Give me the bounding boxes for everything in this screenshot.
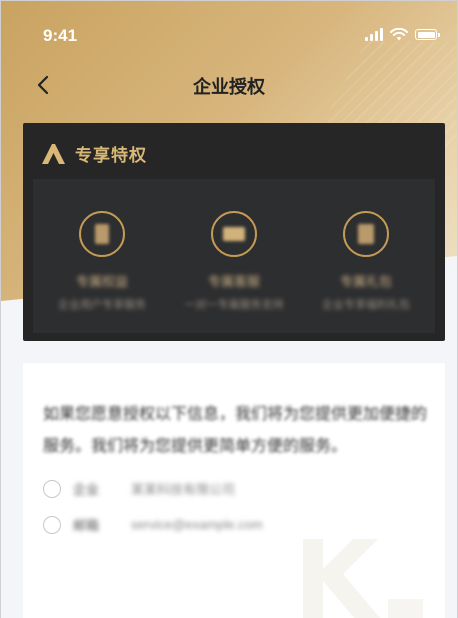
privileges-list: 专属权益 企业用户专享服务 专属客服 一对一专属服务支持 专属礼包 企业专享福利…	[33, 179, 435, 333]
authorization-intro: 如果您愿意授权以下信息，我们将为您提供更加便捷的服务。我们将为您提供更简单方便的…	[43, 406, 428, 455]
privileges-card: 专享特权 专属权益 企业用户专享服务 专属客服 一对一专属服务支持 专属礼包 企…	[23, 123, 445, 341]
enterprise-authorization-screen: 9:41 企业授权 专享特权 专属权益 企业用户专享服务 专属客服 一对一专属服…	[0, 0, 458, 618]
privilege-item: 专属客服 一对一专属服务支持	[167, 211, 301, 312]
privilege-icon	[79, 211, 125, 257]
privilege-icon	[343, 211, 389, 257]
radio-button[interactable]	[43, 515, 61, 534]
crown-logo-icon	[42, 143, 65, 164]
privilege-item: 专属礼包 企业专享福利礼包	[299, 211, 433, 312]
radio-button[interactable]	[43, 479, 61, 498]
privilege-label: 专属客服	[207, 274, 260, 289]
signal-icon	[365, 28, 383, 41]
option-value: service@example.com	[131, 517, 263, 532]
status-time: 9:41	[43, 26, 78, 45]
authorization-option-email[interactable]: 邮箱 service@example.com	[43, 515, 263, 534]
privilege-item: 专属权益 企业用户专享服务	[35, 211, 169, 312]
wifi-icon	[390, 28, 408, 41]
option-value: 某某科技有限公司	[131, 482, 236, 497]
page-title: 企业授权	[193, 77, 265, 97]
battery-icon	[415, 29, 440, 40]
option-label: 企业	[73, 482, 100, 497]
privilege-icon	[211, 211, 257, 257]
privilege-label: 专属礼包	[339, 274, 392, 289]
nav-bar: 企业授权	[1, 61, 457, 109]
privilege-description: 企业专享福利礼包	[322, 299, 410, 311]
authorization-option-company[interactable]: 企业 某某科技有限公司	[43, 479, 235, 498]
privileges-title: 专享特权	[75, 146, 147, 165]
privilege-label: 专属权益	[75, 274, 128, 289]
privilege-description: 企业用户专享服务	[58, 299, 146, 311]
privilege-description: 一对一专属服务支持	[184, 299, 284, 311]
authorization-card: 如果您愿意授权以下信息，我们将为您提供更加便捷的服务。我们将为您提供更简单方便的…	[23, 363, 445, 618]
option-label: 邮箱	[73, 518, 100, 533]
watermark-logo-icon	[303, 539, 423, 618]
status-icons	[365, 28, 440, 41]
privileges-header: 专享特权	[41, 141, 147, 166]
